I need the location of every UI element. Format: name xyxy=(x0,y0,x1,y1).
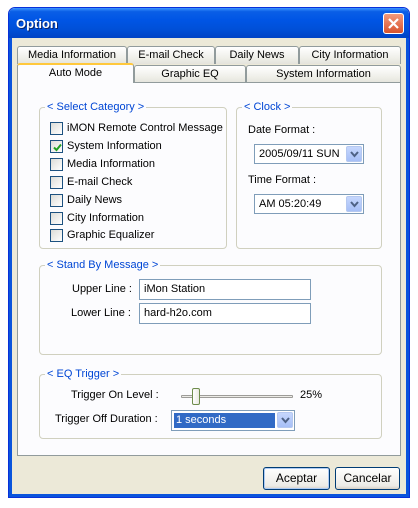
date-format-label: Date Format : xyxy=(248,124,316,136)
checkbox-label: Media Information xyxy=(67,158,156,170)
checkbox-label: iMON Remote Control Message xyxy=(67,122,223,134)
chevron-down-icon xyxy=(350,201,359,208)
trigger-off-duration-dropdown-button[interactable] xyxy=(277,412,293,428)
lower-line-input[interactable]: hard-h2o.com xyxy=(139,303,311,324)
checkbox-daily-news[interactable]: Daily News xyxy=(50,193,122,207)
tab-auto-mode[interactable]: Auto Mode xyxy=(17,63,134,83)
time-format-value: AM 05:20:49 xyxy=(259,198,322,210)
checkbox-label: Daily News xyxy=(67,194,123,206)
time-format-select[interactable]: AM 05:20:49 xyxy=(254,194,364,214)
time-format-dropdown-button[interactable] xyxy=(346,196,362,212)
time-format-label: Time Format : xyxy=(248,174,317,186)
clock-title: < Clock > xyxy=(242,101,293,113)
chevron-down-icon xyxy=(281,417,290,424)
window-frame-right xyxy=(406,38,409,497)
checkbox-box[interactable] xyxy=(50,193,63,207)
window-frame-left xyxy=(9,38,12,497)
checkmark-icon xyxy=(53,143,62,151)
checkbox-box[interactable] xyxy=(50,175,63,189)
checkbox-label: E-mail Check xyxy=(67,176,133,188)
checkbox-label: City Information xyxy=(67,212,145,224)
trigger-on-level-label: Trigger On Level : xyxy=(71,389,159,401)
checkbox-label: System Information xyxy=(67,140,162,152)
date-format-select[interactable]: 2005/09/11 SUN xyxy=(254,144,364,164)
checkbox-box[interactable] xyxy=(50,157,63,171)
tab-graphic-eq[interactable]: Graphic EQ xyxy=(134,65,246,83)
chevron-down-icon xyxy=(350,151,359,158)
close-icon xyxy=(388,18,399,29)
trigger-on-level-value: 25% xyxy=(300,389,323,401)
date-format-value: 2005/09/11 SUN xyxy=(259,148,340,160)
clock-group: < Clock > Date Format : 2005/09/11 SUN T… xyxy=(236,101,382,249)
tab-email-check[interactable]: E-mail Check xyxy=(127,46,215,64)
checkbox-city-information[interactable]: City Information xyxy=(50,211,144,225)
trigger-off-duration-label: Trigger Off Duration : xyxy=(55,413,158,425)
lower-line-label: Lower Line : xyxy=(71,307,131,319)
checkbox-media-information[interactable]: Media Information xyxy=(50,157,155,171)
select-category-group: < Select Category > iMON Remote Control … xyxy=(39,101,227,249)
ok-button[interactable]: Aceptar xyxy=(263,467,330,490)
checkbox-system-information[interactable]: System Information xyxy=(50,139,162,153)
option-dialog: Option Media Information E-mail Check Da… xyxy=(8,7,410,498)
checkbox-box[interactable] xyxy=(50,211,63,225)
tab-system-information[interactable]: System Information xyxy=(246,65,401,83)
checkbox-imon-remote-control-message[interactable]: iMON Remote Control Message xyxy=(50,121,223,135)
stand-by-message-group: < Stand By Message > Upper Line : iMon S… xyxy=(39,259,382,355)
window-frame-bottom xyxy=(9,494,409,497)
select-category-title: < Select Category > xyxy=(45,101,147,113)
cancel-button[interactable]: Cancelar xyxy=(335,467,400,490)
tab-media-information[interactable]: Media Information xyxy=(17,46,127,64)
eq-trigger-title: < EQ Trigger > xyxy=(45,368,122,380)
date-format-dropdown-button[interactable] xyxy=(346,146,362,162)
upper-line-label: Upper Line : xyxy=(72,283,132,295)
close-button[interactable] xyxy=(383,13,404,34)
window-title: Option xyxy=(16,16,58,31)
trigger-off-duration-value: 1 seconds xyxy=(174,413,275,428)
checkbox-label: Graphic Equalizer xyxy=(67,229,155,241)
checkbox-graphic-equalizer[interactable]: Graphic Equalizer xyxy=(50,228,154,242)
checkbox-box[interactable] xyxy=(50,121,63,135)
upper-line-input[interactable]: iMon Station xyxy=(139,279,311,300)
tab-city-information[interactable]: City Information xyxy=(299,46,401,64)
checkbox-box[interactable] xyxy=(50,228,63,242)
trigger-off-duration-select[interactable]: 1 seconds xyxy=(171,410,295,431)
trigger-on-level-slider-thumb[interactable] xyxy=(192,388,201,405)
stand-by-message-title: < Stand By Message > xyxy=(45,259,161,271)
auto-mode-panel: < Select Category > iMON Remote Control … xyxy=(17,82,401,456)
checkbox-box[interactable] xyxy=(50,139,63,153)
title-bar[interactable]: Option xyxy=(9,8,409,38)
checkbox-email-check[interactable]: E-mail Check xyxy=(50,175,132,189)
tab-daily-news[interactable]: Daily News xyxy=(215,46,299,64)
